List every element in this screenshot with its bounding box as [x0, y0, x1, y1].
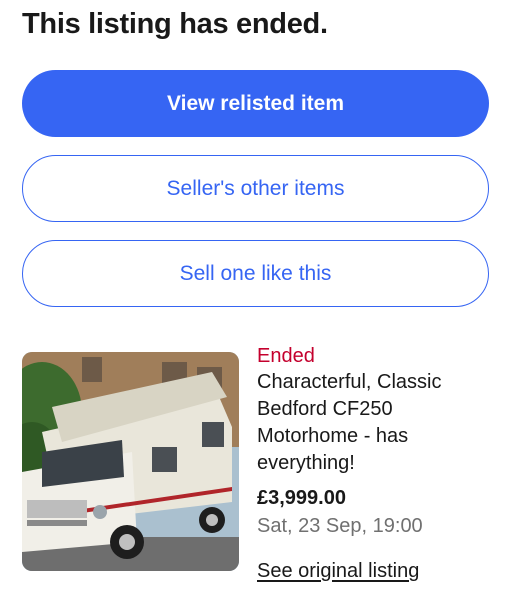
listing-image[interactable] [22, 352, 239, 571]
listing-end-date: Sat, 23 Sep, 19:00 [257, 515, 423, 537]
view-relisted-item-button[interactable]: View relisted item [22, 70, 489, 137]
sell-one-like-this-button[interactable]: Sell one like this [22, 240, 489, 307]
listing-details: Ended Characterful, Classic Bedford CF25… [257, 343, 497, 540]
see-original-listing-link[interactable]: See original listing [257, 560, 419, 583]
page-title: This listing has ended. [22, 8, 328, 40]
listing-title[interactable]: Characterful, Classic Bedford CF250 Moto… [257, 369, 497, 477]
listing-status: Ended [257, 345, 315, 367]
motorhome-photo [22, 352, 239, 571]
sellers-other-items-button[interactable]: Seller's other items [22, 155, 489, 222]
listing-price: £3,999.00 [257, 487, 346, 509]
